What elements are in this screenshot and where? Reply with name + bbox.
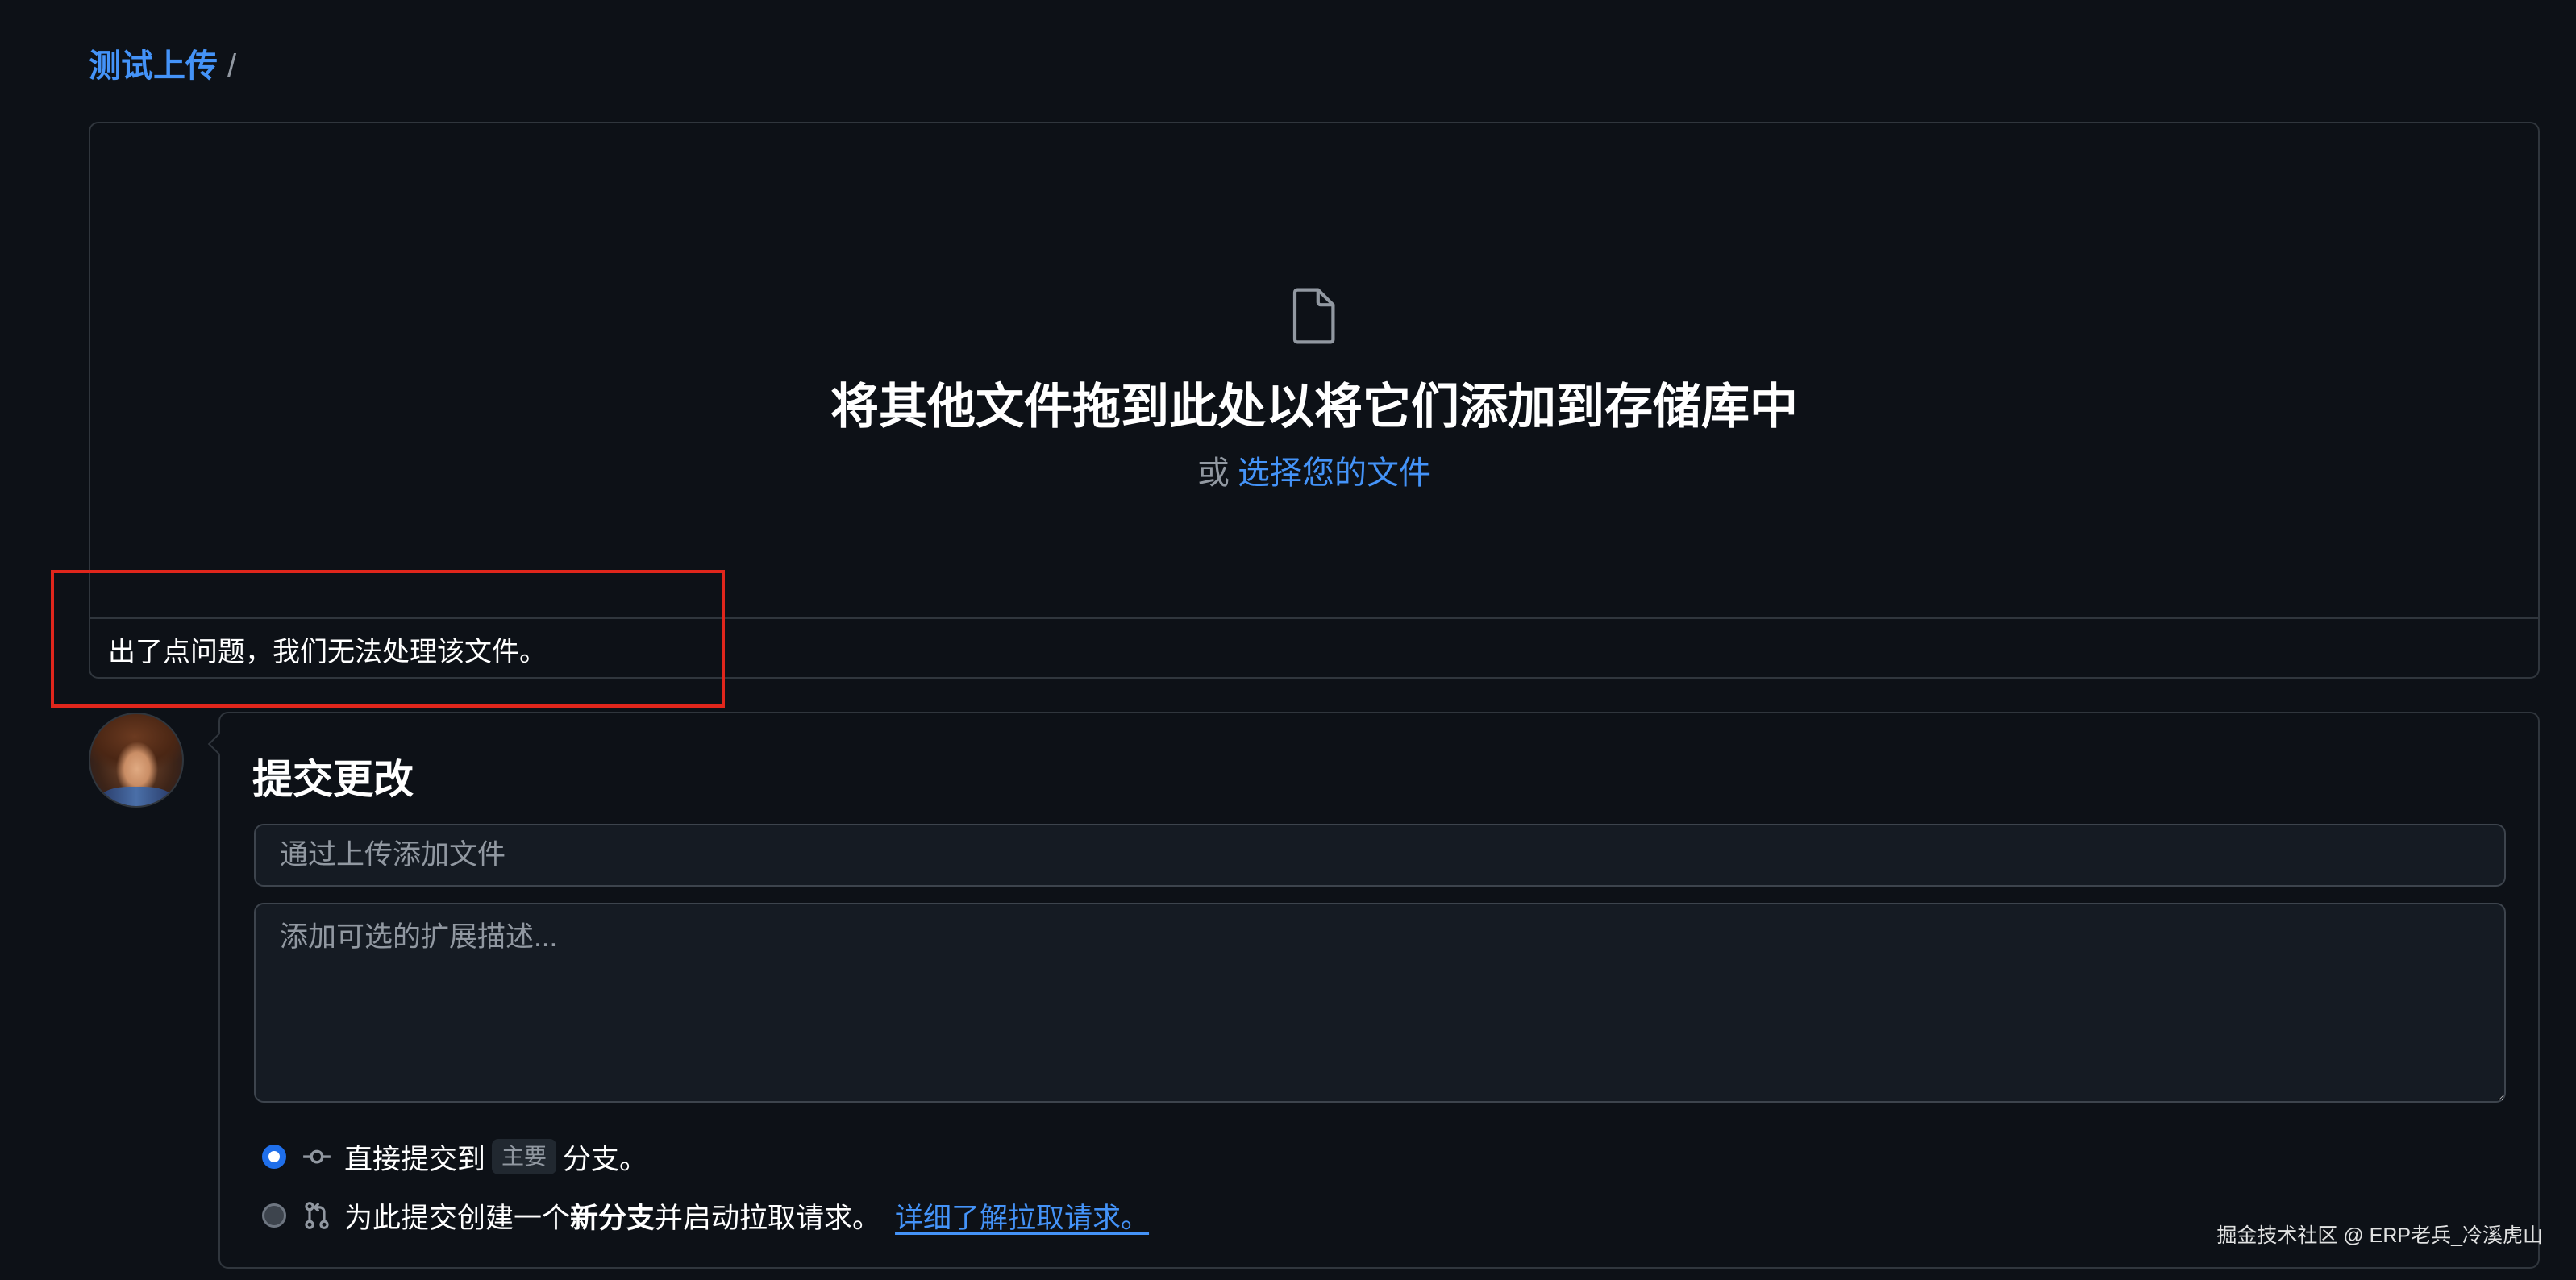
file-icon [1290, 287, 1338, 345]
breadcrumb-repo-link[interactable]: 测试上传 [89, 48, 218, 84]
commit-direct-prefix: 直接提交到 [344, 1143, 486, 1175]
new-branch-suffix: 并启动拉取请求。 [655, 1202, 881, 1234]
dropzone-heading: 将其他文件拖到此处以将它们添加到存储库中 [830, 380, 1798, 434]
git-commit-icon [302, 1142, 331, 1171]
commit-direct-suffix: 分支。 [563, 1143, 648, 1175]
commit-direct-radio[interactable] [262, 1145, 286, 1169]
choose-files-link[interactable]: 选择您的文件 [1238, 455, 1431, 491]
avatar-collar [102, 787, 171, 806]
upload-error-message: 出了点问题，我们无法处理该文件。 [90, 617, 2538, 679]
upload-page: 测试上传 / 将其他文件拖到此处以将它们添加到存储库中 或选择您的文件 出了点问… [0, 0, 2576, 1280]
commit-summary-input[interactable] [254, 824, 2506, 887]
new-branch-option[interactable]: 为此提交创建一个 新分支 并启动拉取请求。 详细了解拉取请求。 [262, 1196, 1149, 1235]
commit-direct-option[interactable]: 直接提交到 主要 分支。 [262, 1137, 647, 1176]
panel-caret [207, 732, 231, 756]
new-branch-prefix: 为此提交创建一个 [344, 1202, 571, 1234]
learn-pull-requests-link[interactable]: 详细了解拉取请求。 [895, 1195, 1149, 1236]
commit-changes-panel: 提交更改 直接提交到 主要 分支。 [207, 712, 2540, 1269]
new-branch-bold: 新分支 [570, 1202, 655, 1234]
watermark: 掘金技术社区 @ ERP老兵_冷溪虎山 [2216, 1224, 2543, 1247]
dropzone-subtext: 或选择您的文件 [90, 454, 2538, 492]
git-pull-request-icon [302, 1201, 331, 1230]
avatar[interactable] [89, 713, 184, 808]
file-dropzone[interactable]: 将其他文件拖到此处以将它们添加到存储库中 或选择您的文件 出了点问题，我们无法处… [89, 122, 2540, 679]
breadcrumb: 测试上传 / [89, 48, 236, 84]
breadcrumb-separator: / [227, 48, 237, 84]
or-text: 或 [1197, 455, 1230, 491]
commit-description-textarea[interactable] [254, 903, 2506, 1103]
commit-title: 提交更改 [252, 757, 414, 802]
branch-badge: 主要 [492, 1139, 557, 1174]
new-branch-radio[interactable] [262, 1203, 286, 1228]
